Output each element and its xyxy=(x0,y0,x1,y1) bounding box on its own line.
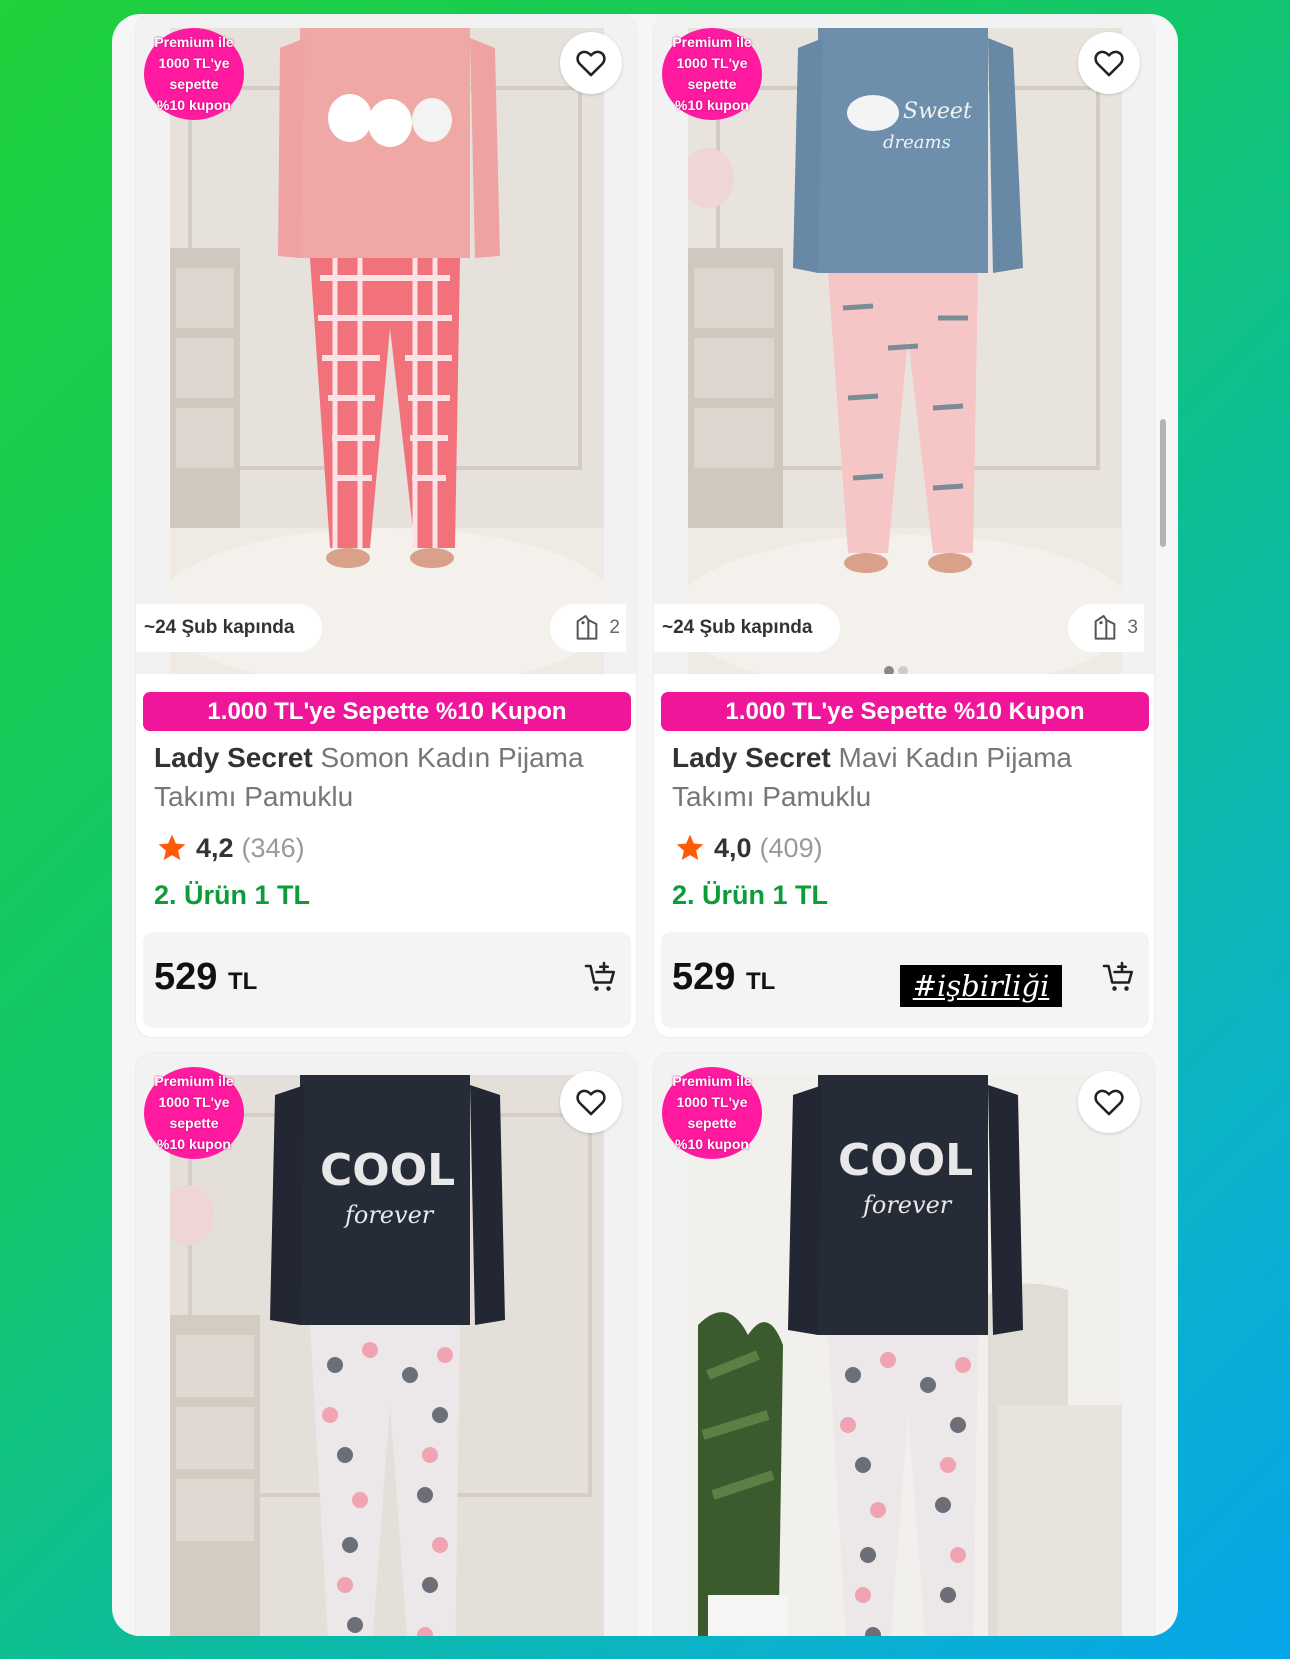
product-photo-navy-cool-pajama: COOL forever xyxy=(170,1075,604,1636)
product-image[interactable]: COOL forever Premium ile 1000 TL'ye sepe… xyxy=(654,1053,1154,1636)
carousel-dot-active xyxy=(884,666,894,674)
image-carousel-dots[interactable] xyxy=(884,666,908,674)
price-currency: TL xyxy=(227,968,258,995)
premium-coupon-badge: Premium ile 1000 TL'ye sepette %10 kupon xyxy=(144,28,244,120)
heart-outline-icon xyxy=(576,50,606,77)
product-photo-blue-pajama: Sweet dreams xyxy=(688,28,1122,674)
star-icon xyxy=(158,834,186,860)
svg-text:COOL: COOL xyxy=(320,1145,455,1196)
rating-value: 4,0 xyxy=(714,832,752,863)
premium-coupon-badge: Premium ile 1000 TL'ye sepette %10 kupon xyxy=(662,28,762,120)
heart-outline-icon xyxy=(1094,1089,1124,1116)
favorite-button[interactable] xyxy=(1078,1071,1140,1133)
tag-icon xyxy=(1095,615,1116,640)
star-icon xyxy=(676,834,704,860)
variant-count-label: 2 xyxy=(609,617,620,638)
add-to-cart-icon[interactable] xyxy=(583,960,619,996)
product-image[interactable]: Premium ile 1000 TL'ye sepette %10 kupon… xyxy=(136,14,636,674)
product-card[interactable]: COOL forever Premium ile 1000 TL'ye sepe… xyxy=(136,1053,636,1636)
coupon-banner[interactable]: 1.000 TL'ye Sepette %10 Kupon xyxy=(661,692,1149,731)
premium-coupon-badge: Premium ile 1000 TL'ye sepette %10 kupon xyxy=(144,1067,244,1159)
delivery-estimate: ~24 Şub kapında xyxy=(136,604,323,652)
price-value: 529 xyxy=(154,956,218,998)
heart-outline-icon xyxy=(1094,50,1124,77)
favorite-button[interactable] xyxy=(1078,32,1140,94)
price-currency: TL xyxy=(745,968,776,995)
promo-label: 2. Ürün 1 TL xyxy=(672,880,829,910)
coupon-banner[interactable]: 1.000 TL'ye Sepette %10 Kupon xyxy=(143,692,631,731)
premium-coupon-badge: Premium ile 1000 TL'ye sepette %10 kupon xyxy=(662,1067,762,1159)
price: 529 TL xyxy=(672,956,775,999)
product-brand: Lady Secret xyxy=(154,742,313,773)
variant-count[interactable]: 3 xyxy=(1068,604,1144,652)
product-image[interactable]: COOL forever Premium ile 1000 TL'ye sepe… xyxy=(136,1053,636,1636)
product-photo-navy-cool-pajama-2: COOL forever xyxy=(688,1075,1122,1636)
product-title[interactable]: Lady Secret Somon Kadın Pijama Takımı Pa… xyxy=(154,738,624,816)
product-card[interactable]: COOL forever Premium ile 1000 TL'ye sepe… xyxy=(654,1053,1154,1636)
collaboration-tag: #işbirliği xyxy=(900,965,1062,1007)
product-rating: 4,2 (346) xyxy=(156,832,305,864)
product-brand: Lady Secret xyxy=(672,742,831,773)
tag-icon xyxy=(577,615,598,640)
product-image[interactable]: Sweet dreams Premium ile 1000 TL'ye sepe… xyxy=(654,14,1154,674)
favorite-button[interactable] xyxy=(560,32,622,94)
carousel-dot xyxy=(898,666,908,674)
rating-value: 4,2 xyxy=(196,832,234,863)
svg-text:forever: forever xyxy=(343,1201,435,1229)
product-photo-pink-pajama xyxy=(170,28,604,674)
product-card[interactable]: Premium ile 1000 TL'ye sepette %10 kupon… xyxy=(136,14,636,1037)
product-card[interactable]: Sweet dreams Premium ile 1000 TL'ye sepe… xyxy=(654,14,1154,1037)
add-to-cart-icon[interactable] xyxy=(1101,960,1137,996)
product-grid-screen: Premium ile 1000 TL'ye sepette %10 kupon… xyxy=(112,14,1178,1636)
svg-text:Sweet: Sweet xyxy=(903,99,972,124)
price: 529 TL xyxy=(154,956,257,999)
scrollbar[interactable] xyxy=(1160,419,1166,547)
delivery-estimate: ~24 Şub kapında xyxy=(654,604,841,652)
svg-text:COOL: COOL xyxy=(838,1135,973,1186)
promo-label: 2. Ürün 1 TL xyxy=(154,880,311,910)
favorite-button[interactable] xyxy=(560,1071,622,1133)
price-bar: 529 TL xyxy=(143,932,631,1028)
product-title[interactable]: Lady Secret Mavi Kadın Pijama Takımı Pam… xyxy=(672,738,1142,816)
rating-count: (346) xyxy=(241,832,305,863)
svg-text:forever: forever xyxy=(861,1191,953,1219)
heart-outline-icon xyxy=(576,1089,606,1116)
variant-count-label: 3 xyxy=(1127,617,1138,638)
rating-count: (409) xyxy=(759,832,823,863)
product-rating: 4,0 (409) xyxy=(674,832,823,864)
variant-count[interactable]: 2 xyxy=(550,604,626,652)
price-value: 529 xyxy=(672,956,736,998)
svg-text:dreams: dreams xyxy=(883,132,951,153)
